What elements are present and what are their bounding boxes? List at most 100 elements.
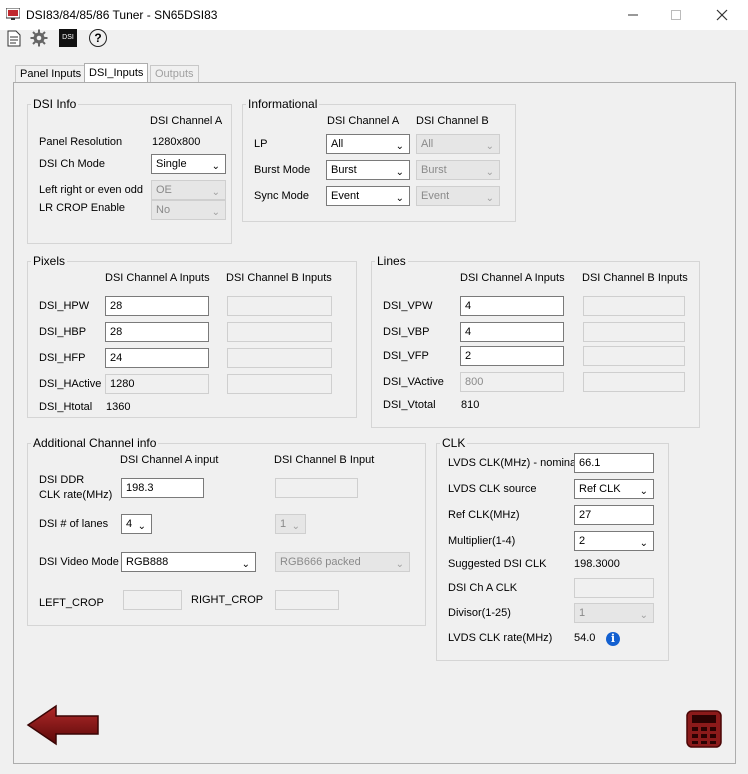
minimize-button[interactable] xyxy=(610,0,656,30)
info-col-a: DSI Channel A xyxy=(327,115,400,127)
help-icon[interactable]: ? xyxy=(88,28,108,48)
calculator-icon[interactable] xyxy=(686,710,722,748)
sync-b-select[interactable]: Event ⌄ xyxy=(416,186,500,206)
hbp-a-input[interactable]: 28 xyxy=(105,322,209,342)
lanes-label: DSI # of lanes xyxy=(39,518,109,530)
crop-enable-select[interactable]: No ⌄ xyxy=(151,200,226,220)
chevron-down-icon: ⌄ xyxy=(291,521,300,532)
htotal-value: 1360 xyxy=(106,401,131,413)
vbp-a-input[interactable]: 4 xyxy=(460,322,564,342)
dsi-a-clk-input[interactable] xyxy=(574,578,654,598)
suggested-value: 198.3000 xyxy=(574,558,620,570)
lvds-nominal-input[interactable]: 66.1 xyxy=(574,453,654,473)
vfp-label: DSI_VFP xyxy=(383,350,429,362)
window-title: DSI83/84/85/86 Tuner - SN65DSI83 xyxy=(26,8,218,22)
chevron-down-icon: ⌄ xyxy=(485,167,494,178)
vpw-b-input[interactable] xyxy=(583,296,685,316)
hbp-b-input[interactable] xyxy=(227,322,332,342)
tab-outputs[interactable]: Outputs xyxy=(150,65,199,83)
additional-col-a: DSI Channel A input xyxy=(120,454,219,466)
chevron-down-icon: ⌄ xyxy=(395,167,404,178)
info-col-b: DSI Channel B xyxy=(416,115,489,127)
clk-group xyxy=(436,443,669,661)
dsi-info-title: DSI Info xyxy=(31,97,79,111)
tab-dsi-inputs[interactable]: DSI_Inputs xyxy=(84,63,149,83)
ref-clk-label: Ref CLK(MHz) xyxy=(448,509,520,521)
hactive-b-input[interactable] xyxy=(227,374,332,394)
multiplier-select[interactable]: 2 ⌄ xyxy=(574,531,654,551)
document-icon[interactable] xyxy=(4,28,24,48)
tab-panel-inputs[interactable]: Panel Inputs xyxy=(15,65,87,83)
left-crop-input[interactable] xyxy=(123,590,182,610)
chevron-down-icon: ⌄ xyxy=(485,141,494,152)
suggested-label: Suggested DSI CLK xyxy=(448,558,547,570)
panel-resolution-label: Panel Resolution xyxy=(39,136,123,148)
panel-resolution-value: 1280x800 xyxy=(152,136,201,148)
video-b-select[interactable]: RGB666 packed ⌄ xyxy=(275,552,410,572)
dsi-a-clk-label: DSI Ch A CLK xyxy=(448,582,518,594)
chevron-down-icon: ⌄ xyxy=(211,161,220,172)
chevron-down-icon: ⌄ xyxy=(639,610,648,621)
burst-b-select[interactable]: Burst ⌄ xyxy=(416,160,500,180)
lp-b-select[interactable]: All ⌄ xyxy=(416,134,500,154)
hfp-b-input[interactable] xyxy=(227,348,332,368)
video-a-select[interactable]: RGB888 ⌄ xyxy=(121,552,256,572)
hpw-label: DSI_HPW xyxy=(39,300,90,312)
clk-title: CLK xyxy=(440,436,468,450)
right-crop-input[interactable] xyxy=(275,590,339,610)
gear-icon[interactable] xyxy=(29,28,49,48)
ref-clk-input[interactable]: 27 xyxy=(574,505,654,525)
pixels-col-b: DSI Channel B Inputs xyxy=(226,272,332,284)
chevron-down-icon: ⌄ xyxy=(639,486,648,497)
hpw-b-input[interactable] xyxy=(227,296,332,316)
chevron-down-icon: ⌄ xyxy=(241,559,250,570)
burst-mode-label: Burst Mode xyxy=(254,164,311,176)
informational-title: Informational xyxy=(246,97,320,111)
maximize-button[interactable] xyxy=(653,0,699,30)
ddr-a-input[interactable]: 198.3 xyxy=(121,478,204,498)
divisor-label: Divisor(1-25) xyxy=(448,607,511,619)
hactive-a-input[interactable]: 1280 xyxy=(105,374,209,394)
lanes-b-select[interactable]: 1 ⌄ xyxy=(275,514,306,534)
left-crop-label: LEFT_CROP xyxy=(39,597,104,609)
vactive-a-input[interactable]: 800 xyxy=(460,372,564,392)
chevron-down-icon: ⌄ xyxy=(395,141,404,152)
hpw-a-input[interactable]: 28 xyxy=(105,296,209,316)
lvds-source-select[interactable]: Ref CLK ⌄ xyxy=(574,479,654,499)
hbp-label: DSI_HBP xyxy=(39,326,87,338)
additional-title: Additional Channel info xyxy=(31,436,159,450)
ddr-b-input[interactable] xyxy=(275,478,358,498)
vtotal-label: DSI_Vtotal xyxy=(383,399,436,411)
info-icon[interactable]: i xyxy=(606,632,620,646)
lr-select[interactable]: OE ⌄ xyxy=(151,180,226,200)
back-arrow-icon[interactable] xyxy=(26,704,100,746)
vfp-b-input[interactable] xyxy=(583,346,685,366)
chevron-down-icon: ⌄ xyxy=(639,538,648,549)
vactive-b-input[interactable] xyxy=(583,372,685,392)
dsi-icon[interactable]: DSI xyxy=(58,28,78,48)
ddr-label-1: DSI DDR xyxy=(39,474,85,486)
burst-a-select[interactable]: Burst ⌄ xyxy=(326,160,410,180)
vpw-a-input[interactable]: 4 xyxy=(460,296,564,316)
multiplier-label: Multiplier(1-4) xyxy=(448,535,516,547)
sync-a-select[interactable]: Event ⌄ xyxy=(326,186,410,206)
divisor-select[interactable]: 1 ⌄ xyxy=(574,603,654,623)
chevron-down-icon: ⌄ xyxy=(395,193,404,204)
sync-mode-label: Sync Mode xyxy=(254,190,310,202)
ch-mode-select[interactable]: Single ⌄ xyxy=(151,154,226,174)
vfp-a-input[interactable]: 2 xyxy=(460,346,564,366)
lvds-source-label: LVDS CLK source xyxy=(448,483,537,495)
close-button[interactable] xyxy=(699,0,745,30)
vbp-b-input[interactable] xyxy=(583,322,685,342)
hactive-label: DSI_HActive xyxy=(39,378,102,390)
lp-a-select[interactable]: All ⌄ xyxy=(326,134,410,154)
chevron-down-icon: ⌄ xyxy=(137,521,146,532)
hfp-a-input[interactable]: 24 xyxy=(105,348,209,368)
lanes-a-select[interactable]: 4 ⌄ xyxy=(121,514,152,534)
lines-col-b: DSI Channel B Inputs xyxy=(582,272,688,284)
crop-enable-label: LR CROP Enable xyxy=(39,202,126,214)
hfp-label: DSI_HFP xyxy=(39,352,86,364)
vbp-label: DSI_VBP xyxy=(383,326,430,338)
lvds-rate-value: 54.0 xyxy=(574,632,596,644)
lvds-nominal-label: LVDS CLK(MHz) - nominal xyxy=(448,457,579,469)
